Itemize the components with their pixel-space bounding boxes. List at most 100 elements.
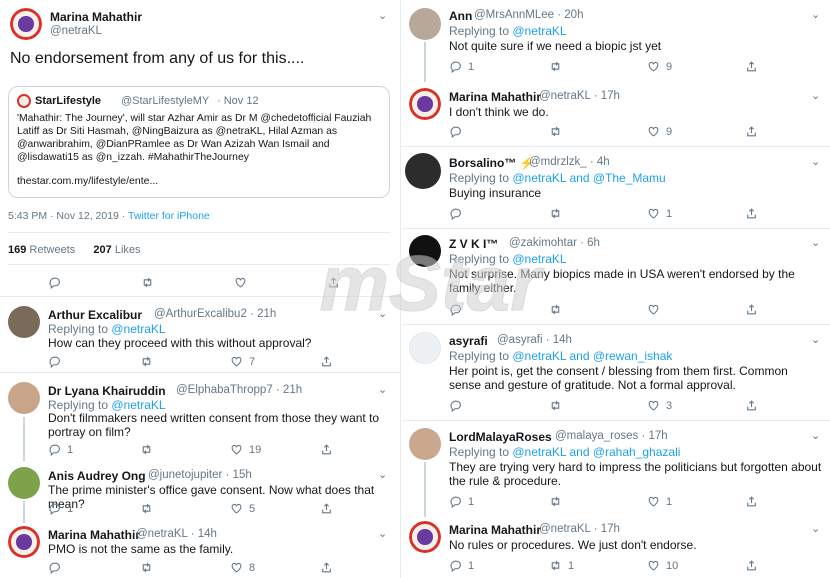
- retweet-icon[interactable]: [549, 399, 647, 412]
- avatar[interactable]: [8, 306, 40, 338]
- reply-tweet[interactable]: Anis Audrey Ong @junetojupiter · 15h ⌄ T…: [0, 461, 400, 523]
- reply-author-name[interactable]: Z V K I™: [449, 237, 498, 251]
- reply-icon[interactable]: [48, 561, 140, 574]
- like-icon[interactable]: 7: [230, 355, 320, 368]
- chevron-down-icon[interactable]: ⌄: [811, 89, 820, 102]
- chevron-down-icon[interactable]: ⌄: [811, 333, 820, 346]
- avatar[interactable]: [405, 153, 441, 189]
- reply-icon[interactable]: [449, 207, 549, 220]
- avatar[interactable]: [409, 521, 441, 553]
- reply-author-name[interactable]: Dr Lyana Khairuddin: [48, 384, 166, 398]
- retweets-label[interactable]: Retweets: [29, 244, 75, 256]
- avatar[interactable]: [409, 8, 441, 40]
- like-icon[interactable]: 9: [647, 125, 745, 138]
- retweet-icon[interactable]: [549, 207, 647, 220]
- retweet-icon[interactable]: [140, 561, 230, 574]
- avatar[interactable]: [10, 8, 42, 40]
- replying-to-handle[interactable]: @netraKL and @rahah_ghazali: [512, 445, 680, 459]
- like-icon[interactable]: [647, 303, 745, 316]
- like-icon[interactable]: 1: [647, 495, 745, 508]
- retweet-icon[interactable]: [549, 303, 647, 316]
- like-icon[interactable]: 1: [647, 207, 745, 220]
- chevron-down-icon[interactable]: ⌄: [378, 468, 387, 481]
- replying-to-handle[interactable]: @netraKL and @The_Mamu: [512, 171, 665, 185]
- reply-tweet[interactable]: Borsalino™ ⚡ @mdrzlzk_ · 4h ⌄ Replying t…: [401, 147, 830, 227]
- share-icon[interactable]: [745, 399, 758, 412]
- reply-tweet[interactable]: LordMalayaRoses @malaya_roses · 17h ⌄ Re…: [401, 421, 830, 517]
- avatar[interactable]: [409, 88, 441, 120]
- reply-tweet[interactable]: Marina Mahathir @netraKL · 14h ⌄ PMO is …: [0, 523, 400, 578]
- quoted-link[interactable]: thestar.com.my/lifestyle/ente...: [17, 175, 158, 187]
- reply-author-handle[interactable]: @ElphabaThropp7 · 21h: [176, 384, 302, 396]
- reply-author-handle[interactable]: @mdrzlzk_ · 4h: [529, 156, 610, 168]
- reply-icon[interactable]: 1: [48, 443, 140, 456]
- reply-icon[interactable]: [449, 303, 549, 316]
- chevron-down-icon[interactable]: ⌄: [811, 155, 820, 168]
- chevron-down-icon[interactable]: ⌄: [811, 8, 820, 21]
- reply-icon[interactable]: 1: [449, 60, 549, 73]
- reply-author-handle[interactable]: @netraKL · 17h: [539, 90, 620, 102]
- like-icon[interactable]: [234, 276, 247, 289]
- like-icon[interactable]: 9: [647, 60, 745, 73]
- reply-tweet[interactable]: asyrafi @asyrafi · 14h ⌄ Replying to @ne…: [401, 325, 830, 421]
- chevron-down-icon[interactable]: ⌄: [378, 307, 387, 320]
- retweet-icon[interactable]: 1: [549, 559, 647, 572]
- reply-tweet[interactable]: Z V K I™ @zakimohtar · 6h ⌄ Replying to …: [401, 229, 830, 323]
- share-icon[interactable]: [327, 276, 340, 289]
- share-icon[interactable]: [745, 207, 758, 220]
- like-icon[interactable]: 3: [647, 399, 745, 412]
- reply-author-name[interactable]: Arthur Excalibur: [48, 308, 142, 322]
- reply-icon[interactable]: [449, 125, 549, 138]
- like-icon[interactable]: 8: [230, 561, 320, 574]
- reply-icon[interactable]: [449, 399, 549, 412]
- likes-count[interactable]: 207: [93, 244, 111, 256]
- avatar[interactable]: [409, 332, 441, 364]
- likes-label[interactable]: Likes: [115, 244, 141, 256]
- like-icon[interactable]: 19: [230, 443, 320, 456]
- share-icon[interactable]: [745, 495, 758, 508]
- replying-to-handle[interactable]: @netraKL: [512, 24, 566, 38]
- reply-author-handle[interactable]: @ArthurExcalibu2 · 21h: [154, 308, 276, 320]
- replying-to-handle[interactable]: @netraKL and @rewan_ishak: [512, 349, 672, 363]
- chevron-down-icon[interactable]: ⌄: [378, 383, 387, 396]
- retweet-icon[interactable]: [140, 355, 230, 368]
- reply-author-handle[interactable]: @zakimohtar · 6h: [509, 237, 600, 249]
- chevron-down-icon[interactable]: ⌄: [378, 527, 387, 540]
- like-icon[interactable]: 10: [647, 559, 745, 572]
- retweet-icon[interactable]: [140, 443, 230, 456]
- reply-icon[interactable]: 1: [449, 495, 549, 508]
- reply-tweet[interactable]: Ann @MrsAnnMLee · 20h ⌄ Replying to @net…: [401, 0, 830, 82]
- reply-author-name[interactable]: Marina Mahathir: [449, 523, 541, 537]
- share-icon[interactable]: [745, 559, 758, 572]
- share-icon[interactable]: [320, 355, 333, 368]
- retweets-count[interactable]: 169: [8, 244, 26, 256]
- reply-author-handle[interactable]: @asyrafi · 14h: [497, 334, 572, 346]
- tweet-author-handle[interactable]: @netraKL: [50, 25, 102, 37]
- chevron-down-icon[interactable]: ⌄: [811, 236, 820, 249]
- share-icon[interactable]: [320, 502, 333, 515]
- reply-icon[interactable]: [48, 355, 140, 368]
- reply-author-name[interactable]: LordMalayaRoses: [449, 430, 552, 444]
- retweet-icon[interactable]: [141, 276, 154, 289]
- avatar[interactable]: [8, 382, 40, 414]
- tweet-author-name[interactable]: Marina Mahathir: [50, 10, 142, 24]
- reply-author-name[interactable]: Borsalino™ ⚡: [449, 156, 535, 170]
- retweet-icon[interactable]: [140, 502, 230, 515]
- avatar[interactable]: [409, 235, 441, 267]
- chevron-down-icon[interactable]: ⌄: [811, 429, 820, 442]
- reply-tweet[interactable]: Marina Mahathir @netraKL · 17h ⌄ No rule…: [401, 517, 830, 578]
- retweet-icon[interactable]: [549, 60, 647, 73]
- avatar[interactable]: [409, 428, 441, 460]
- chevron-down-icon[interactable]: ⌄: [811, 522, 820, 535]
- reply-author-name[interactable]: Ann: [449, 9, 472, 23]
- reply-author-handle[interactable]: @junetojupiter · 15h: [148, 469, 252, 481]
- avatar[interactable]: [8, 467, 40, 499]
- reply-author-name[interactable]: Marina Mahathir: [449, 90, 541, 104]
- reply-icon[interactable]: [48, 276, 61, 289]
- share-icon[interactable]: [745, 60, 758, 73]
- avatar[interactable]: [8, 526, 40, 558]
- replying-to-handle[interactable]: @netraKL: [512, 252, 566, 266]
- reply-author-handle[interactable]: @netraKL · 17h: [539, 523, 620, 535]
- chevron-down-icon[interactable]: ⌄: [378, 9, 387, 22]
- reply-author-name[interactable]: asyrafi: [449, 334, 488, 348]
